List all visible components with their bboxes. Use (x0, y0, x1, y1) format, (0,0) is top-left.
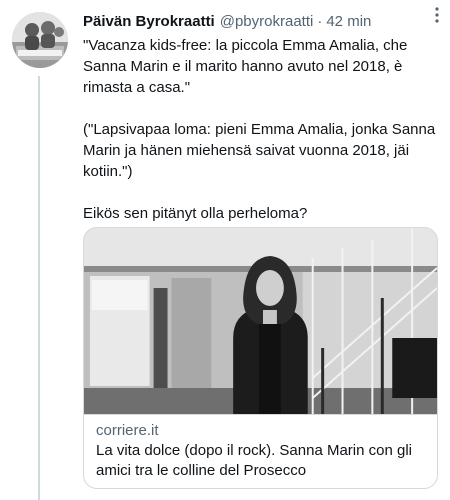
avatar-image (12, 12, 68, 68)
timestamp[interactable]: 42 min (326, 13, 371, 30)
more-options-button[interactable] (428, 6, 446, 24)
link-card[interactable]: corriere.it La vita dolce (dopo il rock)… (83, 227, 438, 489)
tweet-text: "Vacanza kids-free: la piccola Emma Amal… (83, 35, 438, 224)
tweet-paragraph: "Vacanza kids-free: la piccola Emma Amal… (83, 37, 408, 96)
tweet-paragraph: ("Lapsivapaa loma: pieni Emma Amalia, jo… (83, 121, 436, 180)
card-domain: corriere.it (96, 422, 159, 439)
thread-line (38, 76, 40, 500)
tweet-paragraph: Eikös sen pitänyt olla perheloma? (83, 205, 308, 222)
card-image (84, 228, 437, 414)
tweet-content: Päivän Byrokraatti @pbyrokraatti · 42 mi… (83, 9, 438, 224)
tweet[interactable]: Päivän Byrokraatti @pbyrokraatti · 42 mi… (0, 0, 450, 500)
user-handle[interactable]: @pbyrokraatti (220, 13, 314, 30)
display-name[interactable]: Päivän Byrokraatti (83, 13, 215, 30)
more-vertical-icon (435, 7, 439, 23)
card-title: La vita dolce (dopo il rock). Sanna Mari… (96, 442, 412, 479)
card-meta: corriere.it La vita dolce (dopo il rock)… (84, 414, 437, 481)
tweet-header: Päivän Byrokraatti @pbyrokraatti · 42 mi… (83, 9, 438, 33)
separator-dot: · (317, 12, 323, 30)
avatar[interactable] (12, 12, 68, 68)
